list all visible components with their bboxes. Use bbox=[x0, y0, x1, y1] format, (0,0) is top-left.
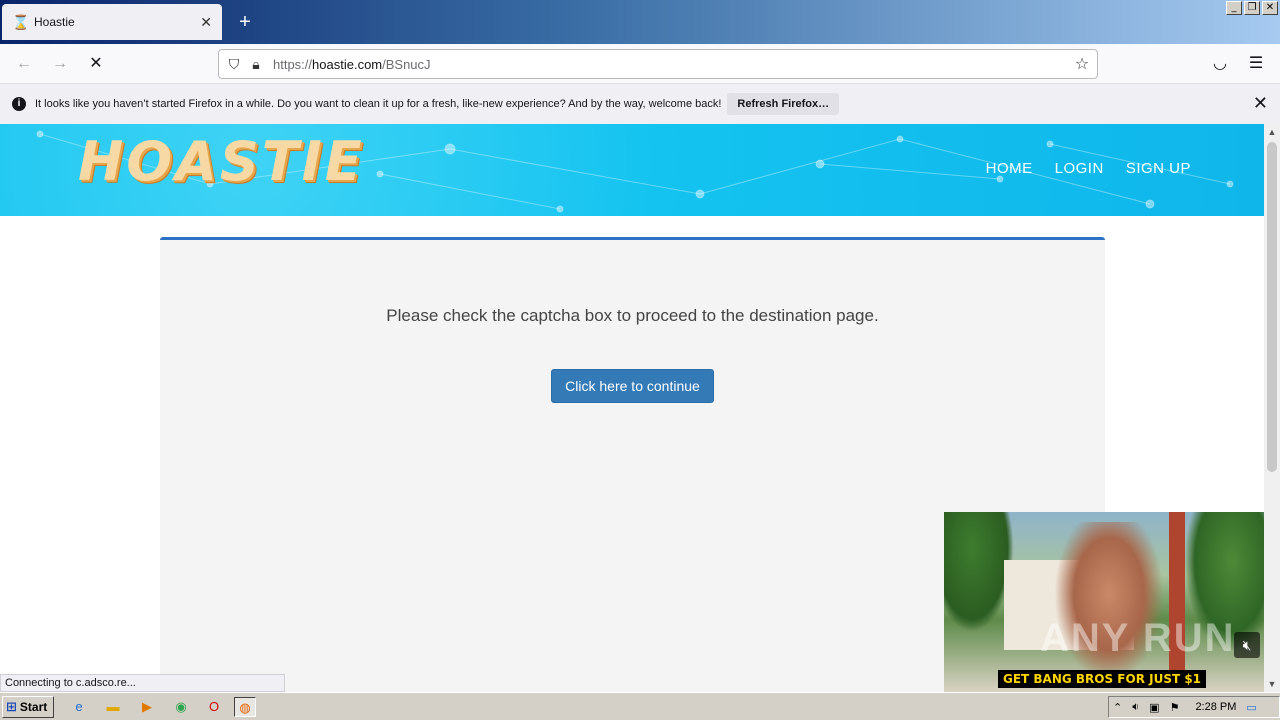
close-icon[interactable]: ✕ bbox=[1253, 94, 1268, 112]
ie-icon[interactable]: e bbox=[68, 697, 90, 717]
tray-expand-icon[interactable]: ⌃ bbox=[1113, 701, 1122, 714]
continue-button[interactable]: Click here to continue bbox=[551, 369, 714, 403]
window-controls: _ ❐ ✕ bbox=[1226, 1, 1278, 15]
chrome-icon[interactable]: ◉ bbox=[170, 697, 192, 717]
show-desktop-icon[interactable]: ▭ bbox=[1246, 701, 1256, 714]
system-tray: ⌃ 🔉︎ ▣ ⚑ 2:28 PM ▭ bbox=[1108, 696, 1280, 718]
folder-icon[interactable]: ▬ bbox=[102, 697, 124, 717]
close-tab-icon[interactable]: ✕ bbox=[200, 14, 212, 31]
tab-hoastie[interactable]: ⌛ Hoastie ✕ bbox=[2, 4, 222, 40]
site-nav: HOME LOGIN SIGN UP bbox=[986, 160, 1191, 177]
forward-arrow-icon[interactable]: → bbox=[48, 52, 72, 76]
site-logo[interactable]: HOASTIE bbox=[78, 130, 365, 193]
shield-icon[interactable]: ⛉ bbox=[223, 56, 245, 73]
anyrun-watermark: ANY RUN bbox=[1040, 616, 1236, 660]
close-window-button[interactable]: ✕ bbox=[1262, 1, 1278, 15]
clock[interactable]: 2:28 PM bbox=[1195, 701, 1236, 713]
flag-icon[interactable]: ⚑ bbox=[1170, 701, 1180, 714]
tab-title: Hoastie bbox=[34, 15, 75, 29]
pocket-icon[interactable]: ◡ bbox=[1208, 52, 1232, 76]
opera-icon[interactable]: O bbox=[203, 697, 225, 717]
lock-icon[interactable]: 🔒︎ bbox=[245, 56, 267, 73]
back-arrow-icon[interactable]: ← bbox=[12, 52, 36, 76]
refresh-firefox-button[interactable]: Refresh Firefox… bbox=[727, 93, 840, 115]
notice-text: It looks like you haven’t started Firefo… bbox=[35, 98, 722, 110]
ad-banner[interactable]: GET BANG BROS FOR JUST $1 bbox=[998, 670, 1206, 688]
taskbar: ⊞ Start e ▬ ▶ ◉ O ◍ ⌃ 🔉︎ ▣ ⚑ 2:28 PM ▭ bbox=[0, 692, 1280, 720]
media-player-icon[interactable]: ▶ bbox=[136, 697, 158, 717]
nav-home-link[interactable]: HOME bbox=[986, 160, 1033, 177]
url-text[interactable]: https://hoastie.com/BSnucJ bbox=[267, 57, 1067, 72]
start-label: Start bbox=[19, 700, 48, 714]
minimize-button[interactable]: _ bbox=[1226, 1, 1242, 15]
restore-button[interactable]: ❐ bbox=[1244, 1, 1260, 15]
nav-signup-link[interactable]: SIGN UP bbox=[1126, 160, 1191, 177]
close-ad-button[interactable]: Close ad✕ bbox=[1132, 483, 1264, 531]
scroll-up-arrow-icon[interactable]: ▲ bbox=[1264, 124, 1280, 140]
windows-logo-icon: ⊞ bbox=[6, 699, 17, 714]
status-text: Connecting to c.adsco.re... bbox=[0, 674, 285, 692]
mute-icon[interactable]: 🔇︎ bbox=[1234, 632, 1260, 658]
volume-icon[interactable]: 🔉︎ bbox=[1132, 701, 1139, 714]
new-tab-icon[interactable]: + bbox=[234, 10, 256, 34]
page-scrollbar[interactable]: ▲ ▼ bbox=[1264, 124, 1280, 692]
site-header: HOASTIE HOME LOGIN SIGN UP bbox=[0, 124, 1264, 216]
nav-login-link[interactable]: LOGIN bbox=[1055, 160, 1104, 177]
captcha-message: Please check the captcha box to proceed … bbox=[386, 306, 879, 325]
firefox-icon[interactable]: ◍ bbox=[234, 697, 256, 717]
bookmark-star-icon[interactable]: ☆ bbox=[1067, 54, 1097, 74]
start-button[interactable]: ⊞ Start bbox=[2, 696, 54, 718]
url-bar[interactable]: ⛉ 🔒︎ https://hoastie.com/BSnucJ ☆ bbox=[218, 49, 1098, 79]
stop-loading-icon[interactable]: ✕ bbox=[84, 52, 108, 76]
scroll-down-arrow-icon[interactable]: ▼ bbox=[1264, 676, 1280, 692]
nav-toolbar: ← → ✕ ⛉ 🔒︎ https://hoastie.com/BSnucJ ☆ … bbox=[0, 44, 1280, 84]
hamburger-menu-icon[interactable]: ☰ bbox=[1244, 52, 1268, 76]
hourglass-icon: ⌛ bbox=[12, 13, 30, 30]
info-icon: i bbox=[12, 97, 26, 111]
title-bar: ⌛ Hoastie ✕ + _ ❐ ✕ bbox=[0, 0, 1280, 44]
refresh-notification-bar: i It looks like you haven’t started Fire… bbox=[0, 84, 1280, 124]
network-icon[interactable]: ▣ bbox=[1149, 701, 1159, 714]
scrollbar-thumb[interactable] bbox=[1267, 142, 1277, 472]
ad-video[interactable]: ANY RUN 🔇︎ GET BANG BROS FOR JUST $1 bbox=[944, 512, 1264, 692]
